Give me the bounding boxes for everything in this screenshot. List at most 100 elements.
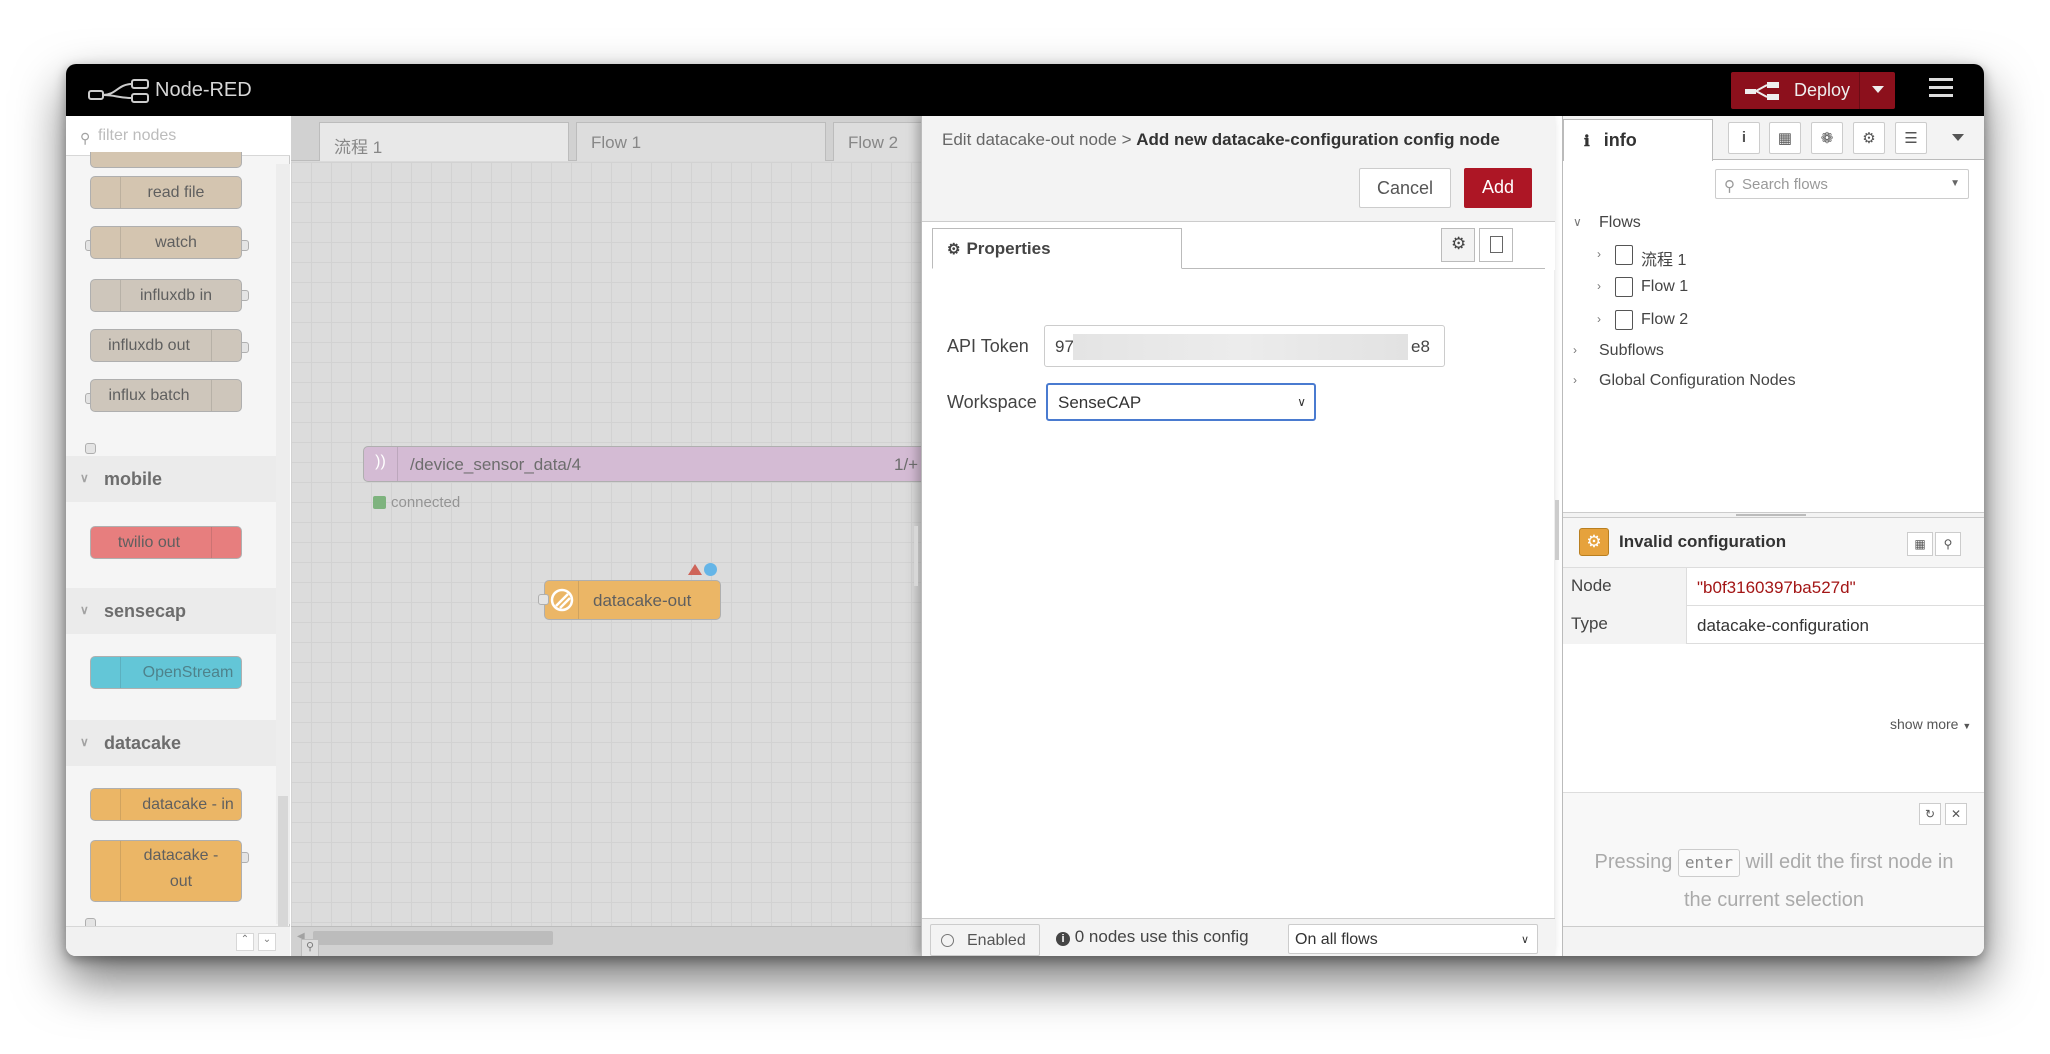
tray-resize-handle[interactable] — [914, 526, 918, 586]
palette-node-label: watch — [155, 234, 197, 251]
palette-node-read-file[interactable]: read file — [90, 176, 242, 209]
info-tab-icon[interactable]: i — [1728, 122, 1760, 154]
node-palette: ⚲ filter nodes read file watch influxdb … — [66, 116, 290, 956]
influxdb-icon — [211, 330, 241, 361]
api-token-redaction — [1073, 334, 1408, 360]
palette-node-influx-batch[interactable]: influx batch — [90, 379, 242, 412]
deploy-button[interactable]: Deploy — [1731, 72, 1895, 109]
show-more-link[interactable]: show more ▼ — [1890, 716, 1971, 732]
help-text-before: Pressing — [1594, 851, 1673, 873]
datacake-out-label: datacake-out — [593, 591, 692, 610]
tree-label: Flow 1 — [1641, 278, 1689, 295]
cancel-button[interactable]: Cancel — [1359, 168, 1451, 208]
property-key: Type — [1563, 606, 1687, 644]
debug-tab[interactable]: ❁ — [1811, 122, 1843, 154]
search-icon[interactable]: ⚲ — [1935, 532, 1961, 556]
deploy-divider — [1859, 72, 1860, 109]
search-icon: ⚲ — [1724, 178, 1735, 195]
flow-icon — [1615, 310, 1633, 330]
chevron-right-icon: › — [1573, 373, 1577, 387]
zoom-search-icon[interactable]: ⚲ — [301, 939, 319, 956]
book-icon: ▦ — [1777, 130, 1793, 147]
palette-category-datacake[interactable]: ∨ datacake — [66, 720, 290, 766]
help-book-icon[interactable]: ▦ — [1907, 532, 1933, 556]
workspace-horizontal-scroll-thumb[interactable] — [313, 931, 553, 945]
property-row-type: Type datacake-configuration — [1563, 606, 1984, 644]
tab-properties[interactable]: ⚙ Properties — [932, 228, 1182, 269]
palette-node-twilio-out[interactable]: twilio out — [90, 526, 242, 559]
info-circle-icon: i — [1056, 932, 1070, 946]
enabled-toggle-button[interactable]: Enabled — [930, 924, 1040, 956]
flow-icon — [1615, 245, 1633, 265]
mqtt-in-node[interactable]: )) /device_sensor_data/4 1/+ — [363, 446, 1003, 482]
scope-select[interactable]: On all flows ∨ — [1288, 924, 1538, 954]
palette-node-partial[interactable] — [90, 152, 242, 168]
chevron-down-icon: ∨ — [80, 603, 89, 617]
palette-filter-placeholder: filter nodes — [98, 127, 177, 144]
palette-node-label: datacake - in — [142, 796, 234, 813]
sidebar-resize-handle[interactable] — [1555, 500, 1559, 560]
api-token-input[interactable]: 97 e8 — [1044, 325, 1445, 367]
chevron-down-icon: ∨ — [1573, 215, 1582, 229]
expand-all-icon[interactable]: ⌄ — [258, 933, 276, 951]
palette-footer: ⌃ ⌄ — [66, 926, 290, 956]
tray-title-text: Add new datacake-configuration config no… — [1136, 130, 1500, 149]
tab-flow-zh-1[interactable]: 流程 1 — [319, 122, 569, 161]
properties-tabs: ⚙ Properties ⚙ — [922, 222, 1555, 270]
mqtt-node-label: /device_sensor_data/4 — [410, 455, 582, 474]
influxdb-icon — [211, 380, 241, 411]
chevron-right-icon: › — [1597, 279, 1601, 293]
datacake-out-input-port[interactable] — [538, 594, 549, 605]
chevron-down-icon: ∨ — [80, 471, 89, 485]
property-value: "b0f3160397ba527d" — [1697, 578, 1856, 597]
tree-label: Flows — [1599, 214, 1641, 231]
deploy-dropdown-caret-icon[interactable] — [1872, 86, 1884, 93]
flow-icon — [1615, 277, 1633, 297]
palette-node-datacake-in[interactable]: datacake - in — [90, 788, 242, 821]
deploy-icon — [1745, 82, 1779, 100]
palette-node-watch[interactable]: watch — [90, 226, 242, 259]
property-value: datacake-configuration — [1697, 616, 1870, 635]
close-icon[interactable]: ✕ — [1945, 803, 1967, 825]
search-flows-input[interactable]: ⚲ Search flows ▼ — [1715, 169, 1969, 199]
mqtt-icon: )) — [364, 447, 398, 481]
header-bar: Node-RED Deploy — [66, 64, 1984, 116]
sidebar-menu-caret-icon[interactable] — [1952, 134, 1964, 141]
palette-node-influxdb-out[interactable]: influxdb out — [90, 329, 242, 362]
chevron-right-icon: › — [1597, 247, 1601, 261]
datacake-out-node[interactable]: datacake-out — [544, 580, 721, 620]
main-menu-hamburger-icon[interactable] — [1929, 78, 1953, 102]
palette-node-influxdb-in[interactable]: influxdb in — [90, 279, 242, 312]
tray-breadcrumb[interactable]: Edit datacake-out node > — [942, 130, 1132, 149]
info-icon: i — [1741, 129, 1747, 146]
palette-node-datacake-out[interactable]: datacake - out — [90, 840, 242, 902]
description-tab[interactable] — [1479, 228, 1513, 262]
node-red-window: Node-RED Deploy ⚲ filter nodes read file — [66, 64, 1984, 956]
palette-category-mobile[interactable]: ∨ mobile — [66, 456, 290, 502]
workspace-select[interactable]: SenseCAP ∨ — [1046, 383, 1316, 421]
help-book-tab[interactable]: ▦ — [1769, 122, 1801, 154]
mqtt-status-text: connected — [391, 494, 461, 511]
settings-gear-tab[interactable]: ⚙ — [1441, 228, 1475, 262]
workspace-canvas[interactable]: )) /device_sensor_data/4 1/+ connected d… — [291, 162, 1003, 926]
database-icon: ☰ — [1904, 130, 1918, 147]
collapse-all-icon[interactable]: ⌃ — [236, 933, 254, 951]
show-more-label: show more — [1890, 716, 1959, 732]
enabled-label: Enabled — [967, 932, 1026, 949]
scope-select-value: On all flows — [1295, 931, 1378, 948]
palette-node-openstream[interactable]: OpenStream — [90, 656, 242, 689]
add-button[interactable]: Add — [1464, 168, 1532, 208]
refresh-icon[interactable]: ↻ — [1919, 803, 1941, 825]
workspace-select-value: SenseCAP — [1058, 393, 1142, 412]
palette-filter-input[interactable]: ⚲ filter nodes — [66, 116, 290, 156]
tab-info[interactable]: ℹ info — [1563, 119, 1713, 161]
tab-label: Flow 1 — [591, 133, 642, 152]
tab-flow-1[interactable]: Flow 1 — [576, 122, 826, 161]
category-label: mobile — [104, 469, 163, 489]
app-title: Node-RED — [155, 79, 252, 101]
context-data-tab[interactable]: ☰ — [1895, 122, 1927, 154]
workspace-tabs: 流程 1 Flow 1 Flow 2 — [291, 116, 1013, 161]
splitter-grip — [1736, 514, 1806, 516]
config-nodes-tab[interactable]: ⚙ — [1853, 122, 1885, 154]
palette-category-sensecap[interactable]: ∨ sensecap — [66, 588, 290, 634]
